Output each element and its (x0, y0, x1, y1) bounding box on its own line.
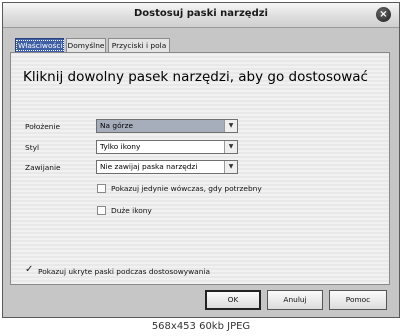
position-value: Na górze (100, 121, 134, 130)
tab-label: Domyślne (67, 41, 105, 50)
wrap-value: Nie zawijaj paska narzędzi (100, 162, 198, 171)
show-when-needed-label: Pokazuj jedynie wówczas, gdy potrzebny (111, 184, 262, 193)
checkmark-icon[interactable]: ✓ (25, 265, 35, 275)
dialog-title: Dostosuj paski narzędzi (134, 8, 268, 19)
panel-heading: Kliknij dowolny pasek narzędzi, aby go d… (23, 69, 368, 85)
position-select[interactable]: Na górze ▼ (96, 119, 238, 133)
close-icon[interactable]: × (376, 7, 391, 22)
large-icons-checkbox[interactable] (97, 206, 106, 215)
help-button[interactable]: Pomoc (329, 290, 387, 310)
tab-label: Właściwości (16, 40, 65, 51)
position-label: Położenie (25, 122, 61, 131)
image-caption: 568x453 60kb JPEG (151, 321, 251, 332)
tab-domyslne[interactable]: Domyślne (66, 38, 106, 52)
wrap-label: Zawijanie (25, 163, 61, 172)
dialog-window: Dostosuj paski narzędzi × Właściwości Do… (2, 2, 400, 318)
chevron-down-icon[interactable]: ▼ (224, 161, 237, 173)
tab-wlasciwosci[interactable]: Właściwości (15, 38, 65, 53)
show-hidden-toolbars-label: Pokazuj ukryte paski podczas dostosowywa… (38, 267, 210, 276)
style-select[interactable]: Tylko ikony ▼ (96, 140, 238, 154)
wrap-select[interactable]: Nie zawijaj paska narzędzi ▼ (96, 160, 238, 174)
chevron-down-icon[interactable]: ▼ (224, 120, 237, 132)
style-label: Styl (25, 143, 40, 152)
show-when-needed-checkbox[interactable] (97, 184, 106, 193)
tab-panel: Kliknij dowolny pasek narzędzi, aby go d… (10, 52, 390, 285)
tab-label: Przyciski i pola (111, 41, 167, 50)
tab-przyciski-i-pola[interactable]: Przyciski i pola (108, 38, 170, 52)
chevron-down-icon[interactable]: ▼ (224, 141, 237, 153)
cancel-button[interactable]: Anuluj (267, 290, 323, 310)
style-value: Tylko ikony (100, 142, 141, 151)
large-icons-label: Duże ikony (111, 206, 152, 215)
ok-button[interactable]: OK (205, 290, 261, 310)
title-bar: Dostosuj paski narzędzi × (3, 3, 399, 28)
